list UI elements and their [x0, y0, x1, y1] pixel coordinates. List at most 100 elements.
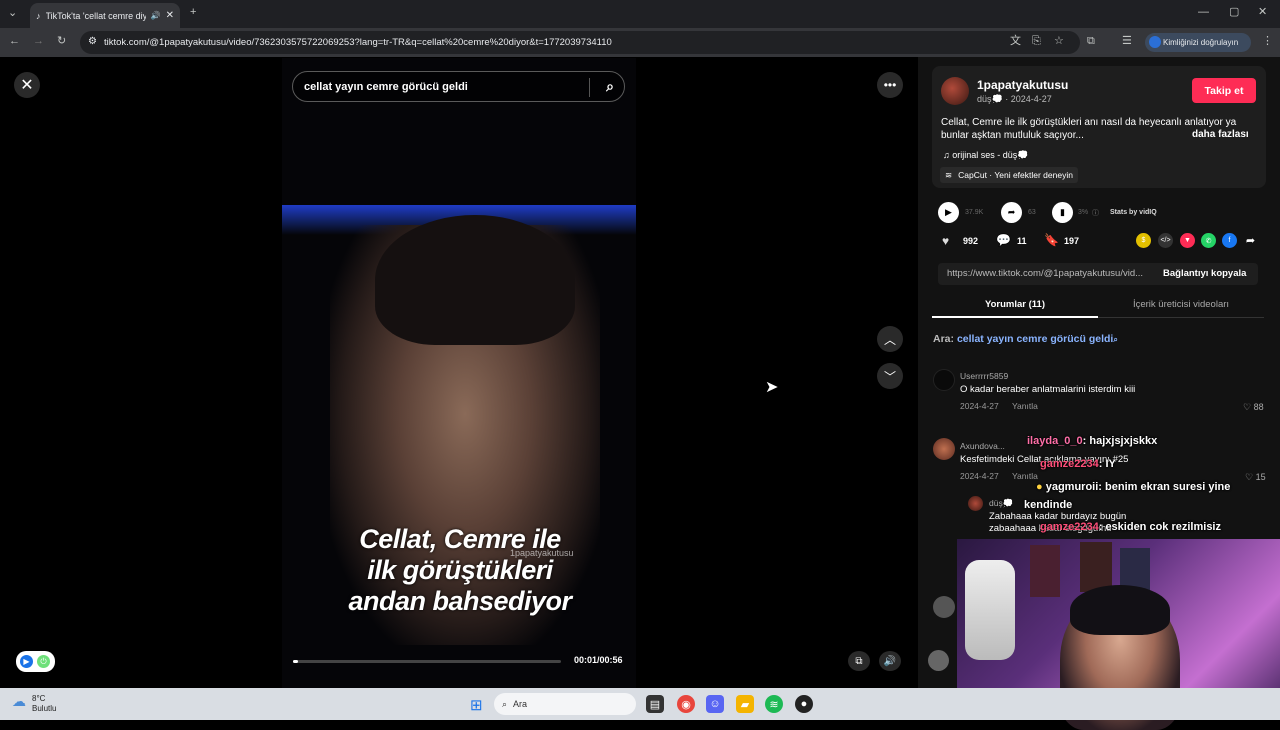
discord-icon[interactable]: ☺ — [706, 695, 724, 713]
video-time: 00:01/00:56 — [574, 655, 623, 665]
capcut-badge[interactable]: ≋ CapCut · Yeni efektler deneyin — [940, 167, 1078, 183]
new-tab-icon[interactable]: + — [190, 7, 196, 18]
repost-share-icon[interactable]: ▼ — [1180, 233, 1195, 248]
url-text: tiktok.com/@1papatyakutusu/video/7362303… — [104, 37, 612, 48]
comment-avatar[interactable] — [933, 438, 955, 460]
video-search-input[interactable]: cellat yayın cemre görücü geldi ⌕ — [292, 71, 625, 102]
chat-text: : benim ekran suresi yine — [1098, 481, 1231, 493]
creator-avatar[interactable] — [941, 77, 969, 105]
share-link-url[interactable]: https://www.tiktok.com/@1papatyakutusu/v… — [947, 268, 1157, 279]
chat-message: gamze2234: eskiden cok rezilmisiz — [1040, 521, 1221, 533]
copy-link-button[interactable]: Bağlantıyı kopyala — [1163, 268, 1246, 279]
chat-username: yagmuroii — [1045, 481, 1099, 493]
pip-icon: ⧉ — [855, 655, 863, 667]
comments-count: 11 — [1017, 236, 1027, 246]
task-view-icon[interactable]: ▤ — [646, 695, 664, 713]
reply-link[interactable]: Yanıtla — [1012, 471, 1038, 481]
extension-widget[interactable]: ▶ ⏻ — [16, 651, 55, 672]
comment-like[interactable]: ♡ 15 — [1245, 472, 1266, 483]
coin-share-icon[interactable]: $ — [1136, 233, 1151, 248]
share-stat-icon[interactable]: ➦ — [1001, 202, 1022, 223]
info-icon[interactable]: ⓘ — [1092, 208, 1099, 218]
chart-stat-icon[interactable]: ▮ — [1052, 202, 1073, 223]
chrome-icon[interactable]: ◉ — [677, 695, 695, 713]
tab-title: TikTok'ta 'cellat cemre diyor' — [45, 10, 146, 21]
close-video-button[interactable]: ✕ — [14, 72, 40, 98]
spotify-icon[interactable]: ≋ — [765, 695, 783, 713]
reload-icon[interactable]: ↻ — [57, 36, 66, 47]
identity-button[interactable]: Kimliğinizi doğrulayın — [1145, 33, 1251, 52]
forward-share-icon[interactable]: ➦ — [1243, 233, 1258, 248]
reply-username[interactable]: düş💭 — [989, 498, 1013, 509]
floating-player-button[interactable]: ⧉ — [848, 651, 870, 671]
whatsapp-share-icon[interactable]: ✆ — [1201, 233, 1216, 248]
audio-icon[interactable]: 🔊 — [151, 11, 161, 20]
menu-dots-icon[interactable]: ⋮ — [1262, 36, 1273, 47]
follow-button[interactable]: Takip et — [1192, 78, 1256, 103]
file-explorer-icon[interactable]: ▰ — [736, 695, 754, 713]
weather-widget[interactable]: ☁ 8°C Bulutlu — [12, 694, 56, 714]
my-avatar[interactable] — [928, 650, 949, 671]
video-progress-bar[interactable] — [293, 660, 561, 663]
related-search[interactable]: Ara: cellat yayın cemre görücü geldi⌕ — [933, 333, 1118, 345]
minimize-icon[interactable]: — — [1198, 7, 1209, 18]
forward-icon[interactable]: → — [33, 36, 44, 47]
close-window-icon[interactable]: ✕ — [1258, 7, 1267, 18]
weather-desc: Bulutlu — [32, 704, 57, 713]
embed-share-icon[interactable]: </> — [1158, 233, 1173, 248]
chat-message: ● yagmuroii: benim ekran suresi yine — [1036, 481, 1230, 493]
comment-username[interactable]: Userrrrr5859 — [960, 371, 1008, 381]
taskbar-search[interactable]: ⌕ Ara — [494, 693, 636, 715]
progress-fill — [293, 660, 299, 663]
creator-username[interactable]: 1papatyakutusu — [977, 78, 1068, 92]
music-note-icon: ♫ — [943, 150, 953, 160]
facebook-share-icon[interactable]: f — [1222, 233, 1237, 248]
comment-avatar[interactable] — [933, 596, 955, 618]
chat-text: kendinde — [1024, 499, 1073, 511]
volume-button[interactable]: 🔊 — [879, 651, 901, 671]
start-windows-icon[interactable]: ⊞ — [470, 696, 483, 714]
search-icon[interactable]: ⌕ — [606, 78, 614, 95]
chat-text: : IY — [1098, 458, 1116, 470]
identity-label: Kimliğinizi doğrulayın — [1163, 38, 1239, 47]
taskbar — [0, 688, 1280, 720]
install-icon[interactable]: ⎘ — [1032, 36, 1041, 47]
caption-line: ilk görüştükleri — [367, 555, 553, 585]
saves-count: 197 — [1064, 236, 1080, 246]
capcut-icon: ≋ — [945, 169, 953, 180]
music-row[interactable]: ♫ orijinal ses - düş💭 — [943, 150, 1029, 161]
tab-list-icon[interactable]: ⌄ — [8, 8, 17, 19]
next-video-button[interactable]: ﹀ — [877, 363, 903, 389]
extension-power-icon: ⏻ — [37, 655, 50, 668]
heart-icon[interactable]: ♥ — [942, 234, 949, 248]
close-tab-icon[interactable]: ✕ — [166, 10, 174, 21]
comment-avatar[interactable] — [933, 369, 955, 391]
comment-like[interactable]: ♡ 88 — [1243, 402, 1264, 413]
url-field[interactable]: ⚙ tiktok.com/@1papatyakutusu/video/73623… — [80, 31, 1080, 54]
reply-link[interactable]: Yanıtla — [1012, 401, 1038, 411]
more-link[interactable]: daha fazlası — [1192, 129, 1249, 140]
link-box: https://www.tiktok.com/@1papatyakutusu/v… — [938, 263, 1258, 285]
comment-username[interactable]: Axundova... — [960, 441, 1005, 451]
translate-icon[interactable]: 文 — [1010, 36, 1021, 47]
chat-username: gamze2234 — [1040, 521, 1099, 533]
play-stat-icon[interactable]: ▶ — [938, 202, 959, 223]
site-info-icon[interactable]: ⚙ — [88, 36, 97, 47]
bookmark-icon[interactable]: 🔖 — [1044, 233, 1059, 247]
extensions-icon[interactable]: ⧉ — [1087, 36, 1095, 47]
reading-list-icon[interactable]: ☰ — [1122, 36, 1132, 47]
back-icon[interactable]: ← — [9, 36, 20, 47]
tab-comments[interactable]: Yorumlar (11) — [932, 294, 1098, 318]
previous-video-button[interactable]: ︿ — [877, 326, 903, 352]
app-icon[interactable]: ● — [795, 695, 813, 713]
vidiq-label[interactable]: Stats by vidIQ — [1110, 209, 1157, 216]
tiktok-favicon-icon: ♪ — [36, 10, 41, 21]
maximize-icon[interactable]: ▢ — [1229, 7, 1239, 18]
tab-creator-videos[interactable]: İçerik üreticisi videoları — [1098, 294, 1264, 318]
webcam-microphone — [965, 560, 1015, 660]
browser-tab[interactable]: ♪ TikTok'ta 'cellat cemre diyor' 🔊 ✕ — [30, 3, 180, 28]
bookmark-star-icon[interactable]: ☆ — [1054, 36, 1064, 47]
reply-avatar[interactable] — [968, 496, 983, 511]
more-options-button[interactable]: ••• — [877, 72, 903, 98]
comment-icon[interactable]: 💬 — [996, 233, 1011, 247]
